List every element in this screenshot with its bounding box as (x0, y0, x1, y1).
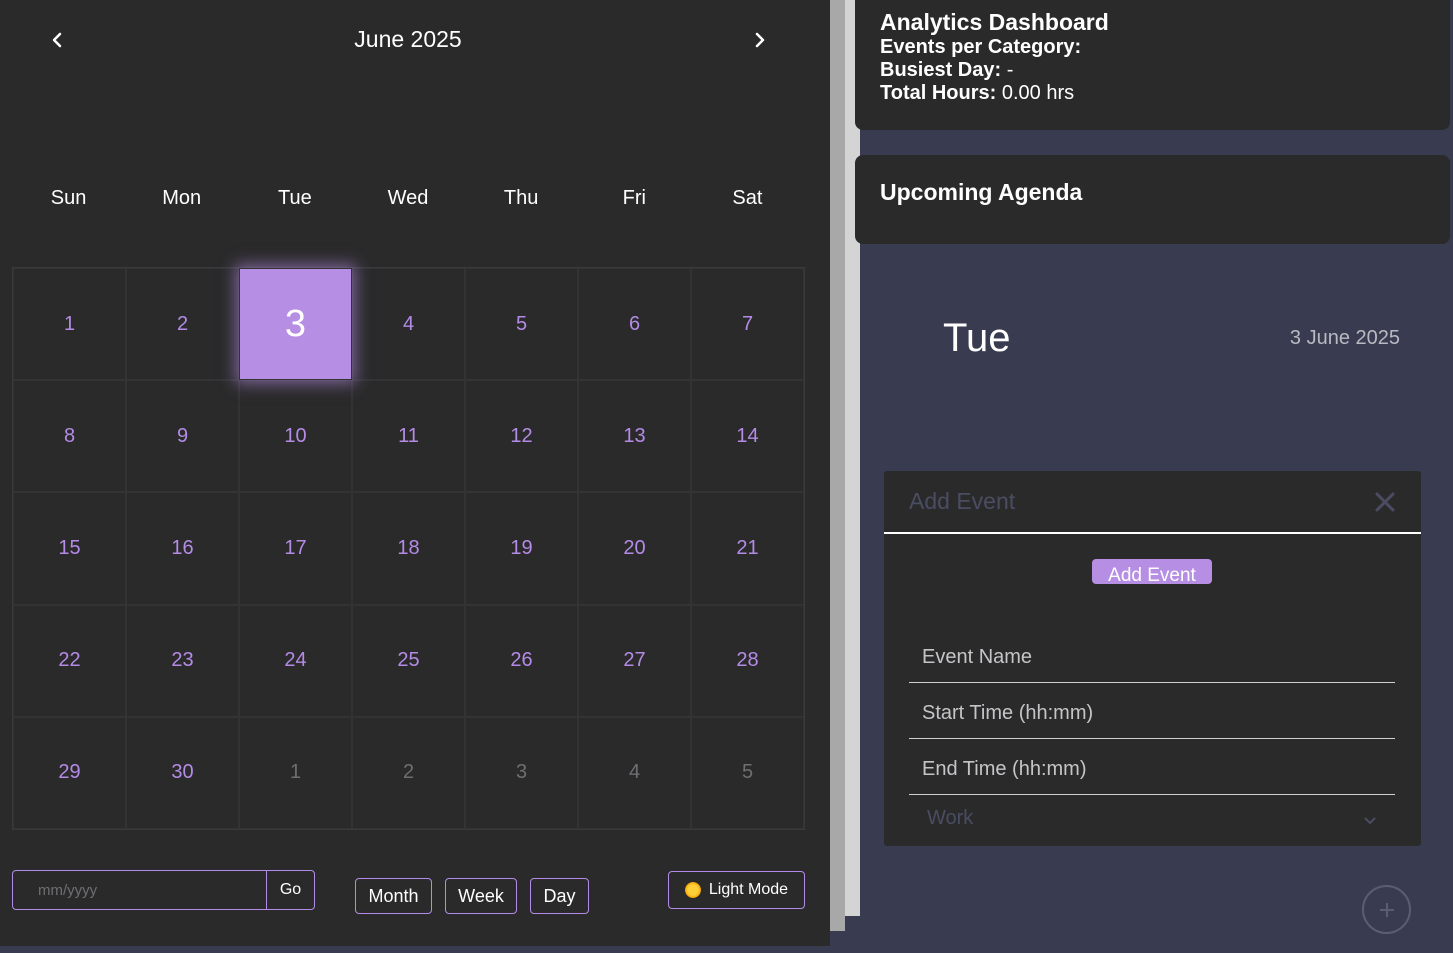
light-mode-button[interactable]: Light Mode (668, 871, 805, 909)
day-cell[interactable]: 3 (465, 716, 578, 829)
busiest-day: Busiest Day: - (880, 59, 1425, 82)
go-button[interactable]: Go (266, 871, 314, 909)
day-cell[interactable]: 8 (13, 380, 126, 493)
day-cell[interactable]: 18 (352, 492, 465, 605)
day-cell[interactable]: 12 (465, 380, 578, 493)
day-cell[interactable]: 20 (578, 492, 691, 605)
day-cell-today[interactable]: 3 (239, 268, 352, 381)
light-mode-label: Light Mode (708, 881, 789, 898)
next-month-button[interactable] (746, 26, 774, 54)
day-cell[interactable]: 10 (239, 380, 352, 493)
events-label: Events per Category: (880, 36, 1082, 58)
day-cell[interactable]: 2 (126, 268, 239, 381)
sun-icon (684, 882, 701, 898)
day-cell[interactable]: 16 (126, 492, 239, 605)
scrollbar-track (845, 0, 860, 916)
chevron-right-icon (755, 32, 765, 48)
upcoming-agenda: Upcoming Agenda (855, 155, 1450, 244)
day-cell[interactable]: 4 (578, 716, 691, 829)
day-cell[interactable]: 1 (13, 268, 126, 381)
hours-label: Total Hours: (880, 82, 997, 104)
day-cell[interactable]: 7 (691, 268, 804, 381)
add-event-button[interactable]: Add Event (1092, 559, 1212, 584)
day-cell[interactable]: 27 (578, 604, 691, 717)
day-view-button[interactable]: Day (530, 878, 589, 914)
modal-header: Add Event (884, 471, 1421, 534)
end-time-field[interactable] (909, 745, 1395, 795)
day-cell[interactable]: 1 (239, 716, 352, 829)
day-cell[interactable]: 11 (352, 380, 465, 493)
weekday-label: Tue (277, 187, 312, 209)
modal-title: Add Event (909, 488, 1016, 514)
month-title: June 2025 (354, 26, 462, 52)
day-cell[interactable]: 19 (465, 492, 578, 605)
weekday-label: Wed (387, 187, 429, 209)
day-cell[interactable]: 14 (691, 380, 804, 493)
month-view-button[interactable]: Month (355, 878, 432, 914)
weekday-label: Sat (732, 187, 763, 209)
event-name-field[interactable] (909, 633, 1395, 683)
month-grid: 1 2 3 4 5 6 7 8 9 10 11 12 13 14 15 16 17 18 19 20 21 22 23 24 2… (12, 267, 805, 830)
day-cell[interactable]: 13 (578, 380, 691, 493)
chevron-down-icon (1364, 817, 1376, 825)
plus-icon (1379, 902, 1394, 917)
day-cell[interactable]: 30 (126, 716, 239, 829)
day-cell[interactable]: 4 (352, 268, 465, 381)
month-jump: Go (12, 870, 315, 910)
day-cell[interactable]: 26 (465, 604, 578, 717)
start-time-field[interactable] (909, 689, 1395, 739)
weekday-label: Thu (503, 187, 539, 209)
selected-day-date: 3 June 2025 (1289, 327, 1400, 349)
day-cell[interactable]: 17 (239, 492, 352, 605)
weekday-header: Sun Mon Tue Wed Thu Fri Sat (12, 187, 804, 210)
add-event-modal: Add Event Add Event Work (884, 471, 1421, 846)
busiest-value: - (1001, 59, 1014, 81)
agenda-title: Upcoming Agenda (880, 179, 1083, 205)
close-icon[interactable] (1374, 491, 1396, 513)
busiest-label: Busiest Day: (880, 59, 1002, 81)
weekday-label: Sun (50, 187, 87, 209)
day-cell[interactable]: 28 (691, 604, 804, 717)
add-fab-button[interactable] (1362, 885, 1411, 934)
week-view-button[interactable]: Week (445, 878, 517, 914)
month-year-input[interactable] (13, 871, 266, 909)
analytics-title: Analytics Dashboard (880, 9, 1109, 35)
total-hours: Total Hours: 0.00 hrs (880, 82, 1425, 105)
selected-day-name: Tue (943, 316, 1011, 360)
day-cell[interactable]: 23 (126, 604, 239, 717)
scrollbar[interactable] (830, 0, 845, 931)
day-cell[interactable]: 9 (126, 380, 239, 493)
day-cell[interactable]: 5 (465, 268, 578, 381)
category-value: Work (927, 807, 974, 829)
day-cell[interactable]: 24 (239, 604, 352, 717)
category-select[interactable]: Work (909, 807, 1395, 846)
day-cell[interactable]: 22 (13, 604, 126, 717)
day-cell[interactable]: 29 (13, 716, 126, 829)
day-cell[interactable]: 25 (352, 604, 465, 717)
calendar-panel: June 2025 Sun Mon Tue Wed Thu Fri Sat 12345678… (0, 0, 830, 946)
analytics-dashboard: Analytics Dashboard Events per Category:… (855, 0, 1450, 130)
events-per-category: Events per Category: (880, 36, 1425, 59)
weekday-label: Fri (622, 187, 646, 209)
hours-value: 0.00 hrs (996, 82, 1075, 104)
day-cell[interactable]: 15 (13, 492, 126, 605)
day-cell[interactable]: 6 (578, 268, 691, 381)
day-cell[interactable]: 2 (352, 716, 465, 829)
weekday-label: Mon (162, 187, 202, 209)
day-cell[interactable]: 5 (691, 716, 804, 829)
day-cell[interactable]: 21 (691, 492, 804, 605)
